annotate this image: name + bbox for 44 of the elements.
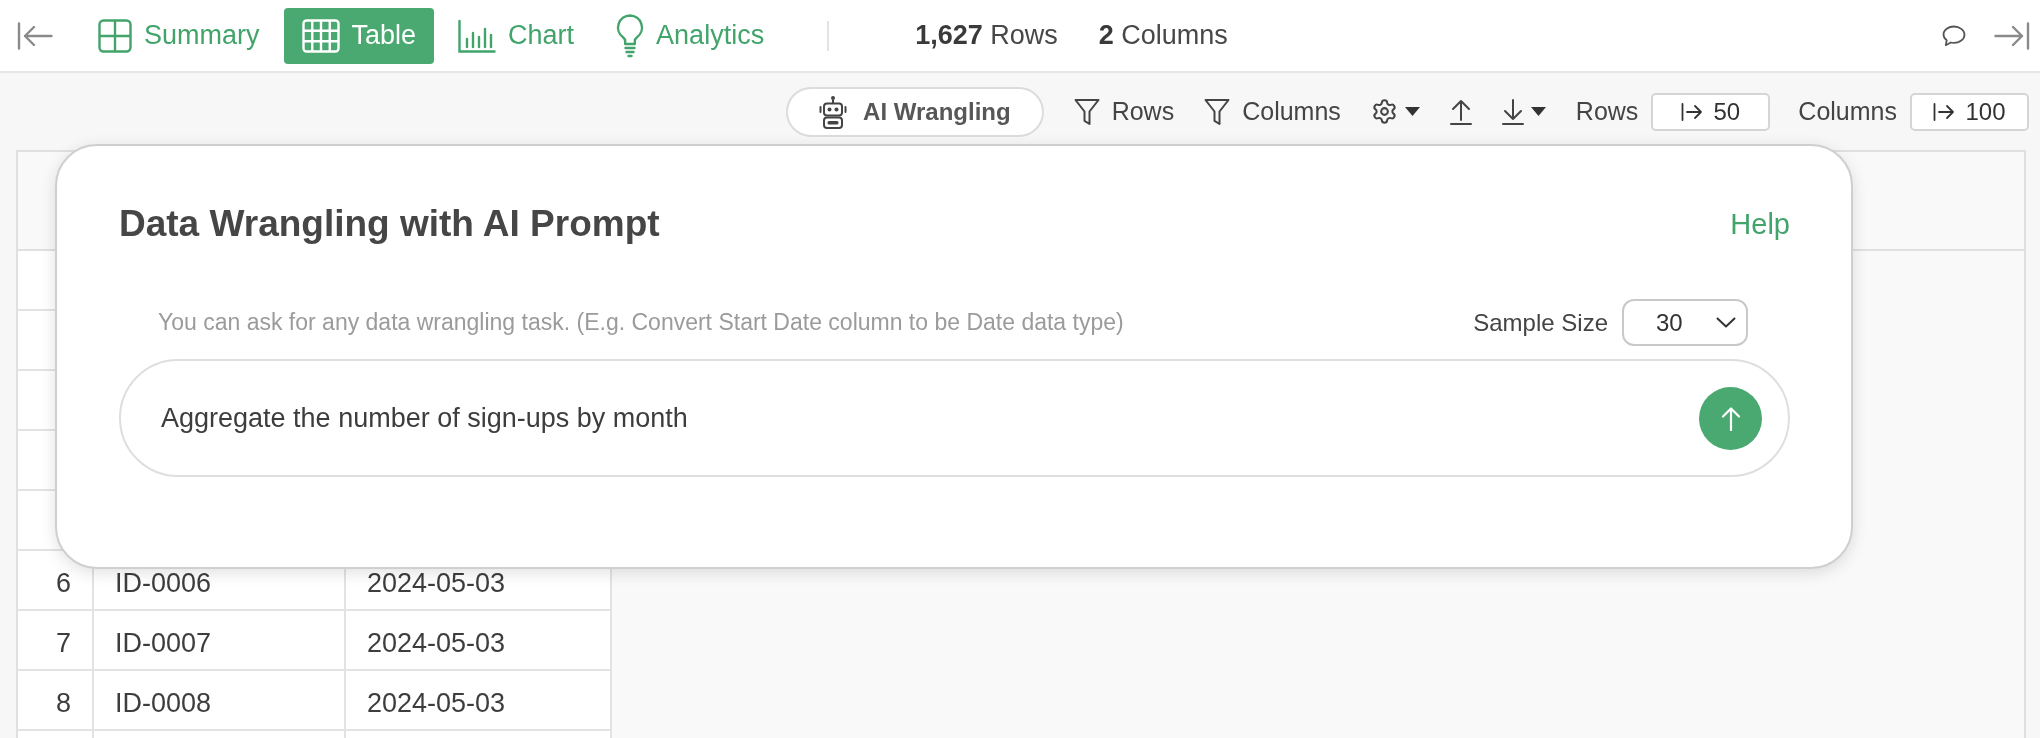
prompt-input[interactable]: Aggregate the number of sign-ups by month [119,359,1790,477]
settings-icon [1370,98,1398,125]
cell-text: ID-0006 [115,571,212,595]
ai-wrangling-button[interactable]: AI Wrangling [786,86,1044,137]
dialog-title: Data Wrangling with AI Prompt [119,203,660,245]
cell-text: ID-0007 [115,631,212,655]
sample-size-label: Sample Size [1473,308,1608,337]
limit-label: Rows [1575,97,1639,126]
limit-field[interactable]: 50 [1651,92,1771,131]
limit-label: Columns [1798,97,1897,126]
upload-icon[interactable] [1449,98,1472,125]
collapse-left-icon[interactable] [17,21,53,50]
limit-field[interactable]: 100 [1910,92,2029,131]
arrow-up-icon [1720,406,1741,431]
row-number: 6 [55,571,71,595]
table-icon [301,18,340,53]
download-button[interactable] [1501,98,1546,125]
robot-icon [819,94,848,129]
expand-right-icon[interactable] [1994,21,2030,50]
lightbulb-icon [616,13,645,58]
bar-chart-icon [458,18,497,53]
cell-text: 2024-05-03 [367,691,506,715]
sample-size-select[interactable]: 30 [1622,299,1748,346]
filter-button[interactable]: Columns [1204,97,1341,126]
chevron-down-icon [1716,317,1736,328]
cell-text: ID-0008 [115,691,212,715]
caret-down-icon [1530,107,1546,116]
download-icon [1501,98,1524,125]
filter-icon [1073,97,1100,126]
filter-button[interactable]: Rows [1073,97,1175,126]
cell-text: 2024-05-03 [367,571,506,595]
row-number: 8 [55,691,71,715]
arrow-bar-right-icon [1933,102,1956,121]
cell-text: 2024-05-03 [367,631,506,655]
count-text: 1,627 Rows [915,20,1058,51]
settings-button[interactable] [1370,98,1420,125]
hint-text: You can ask for any data wrangling task. (E.g. Convert Start Date column to be Date data type) [158,309,1124,336]
count-text: 2 Columns [1098,20,1228,51]
grid-icon [98,18,132,53]
filter-icon [1204,97,1231,126]
arrow-bar-right-icon [1681,102,1704,121]
caret-down-icon [1404,107,1420,116]
chat-bubble-icon[interactable] [1942,24,1966,47]
row-number: 7 [55,631,71,655]
